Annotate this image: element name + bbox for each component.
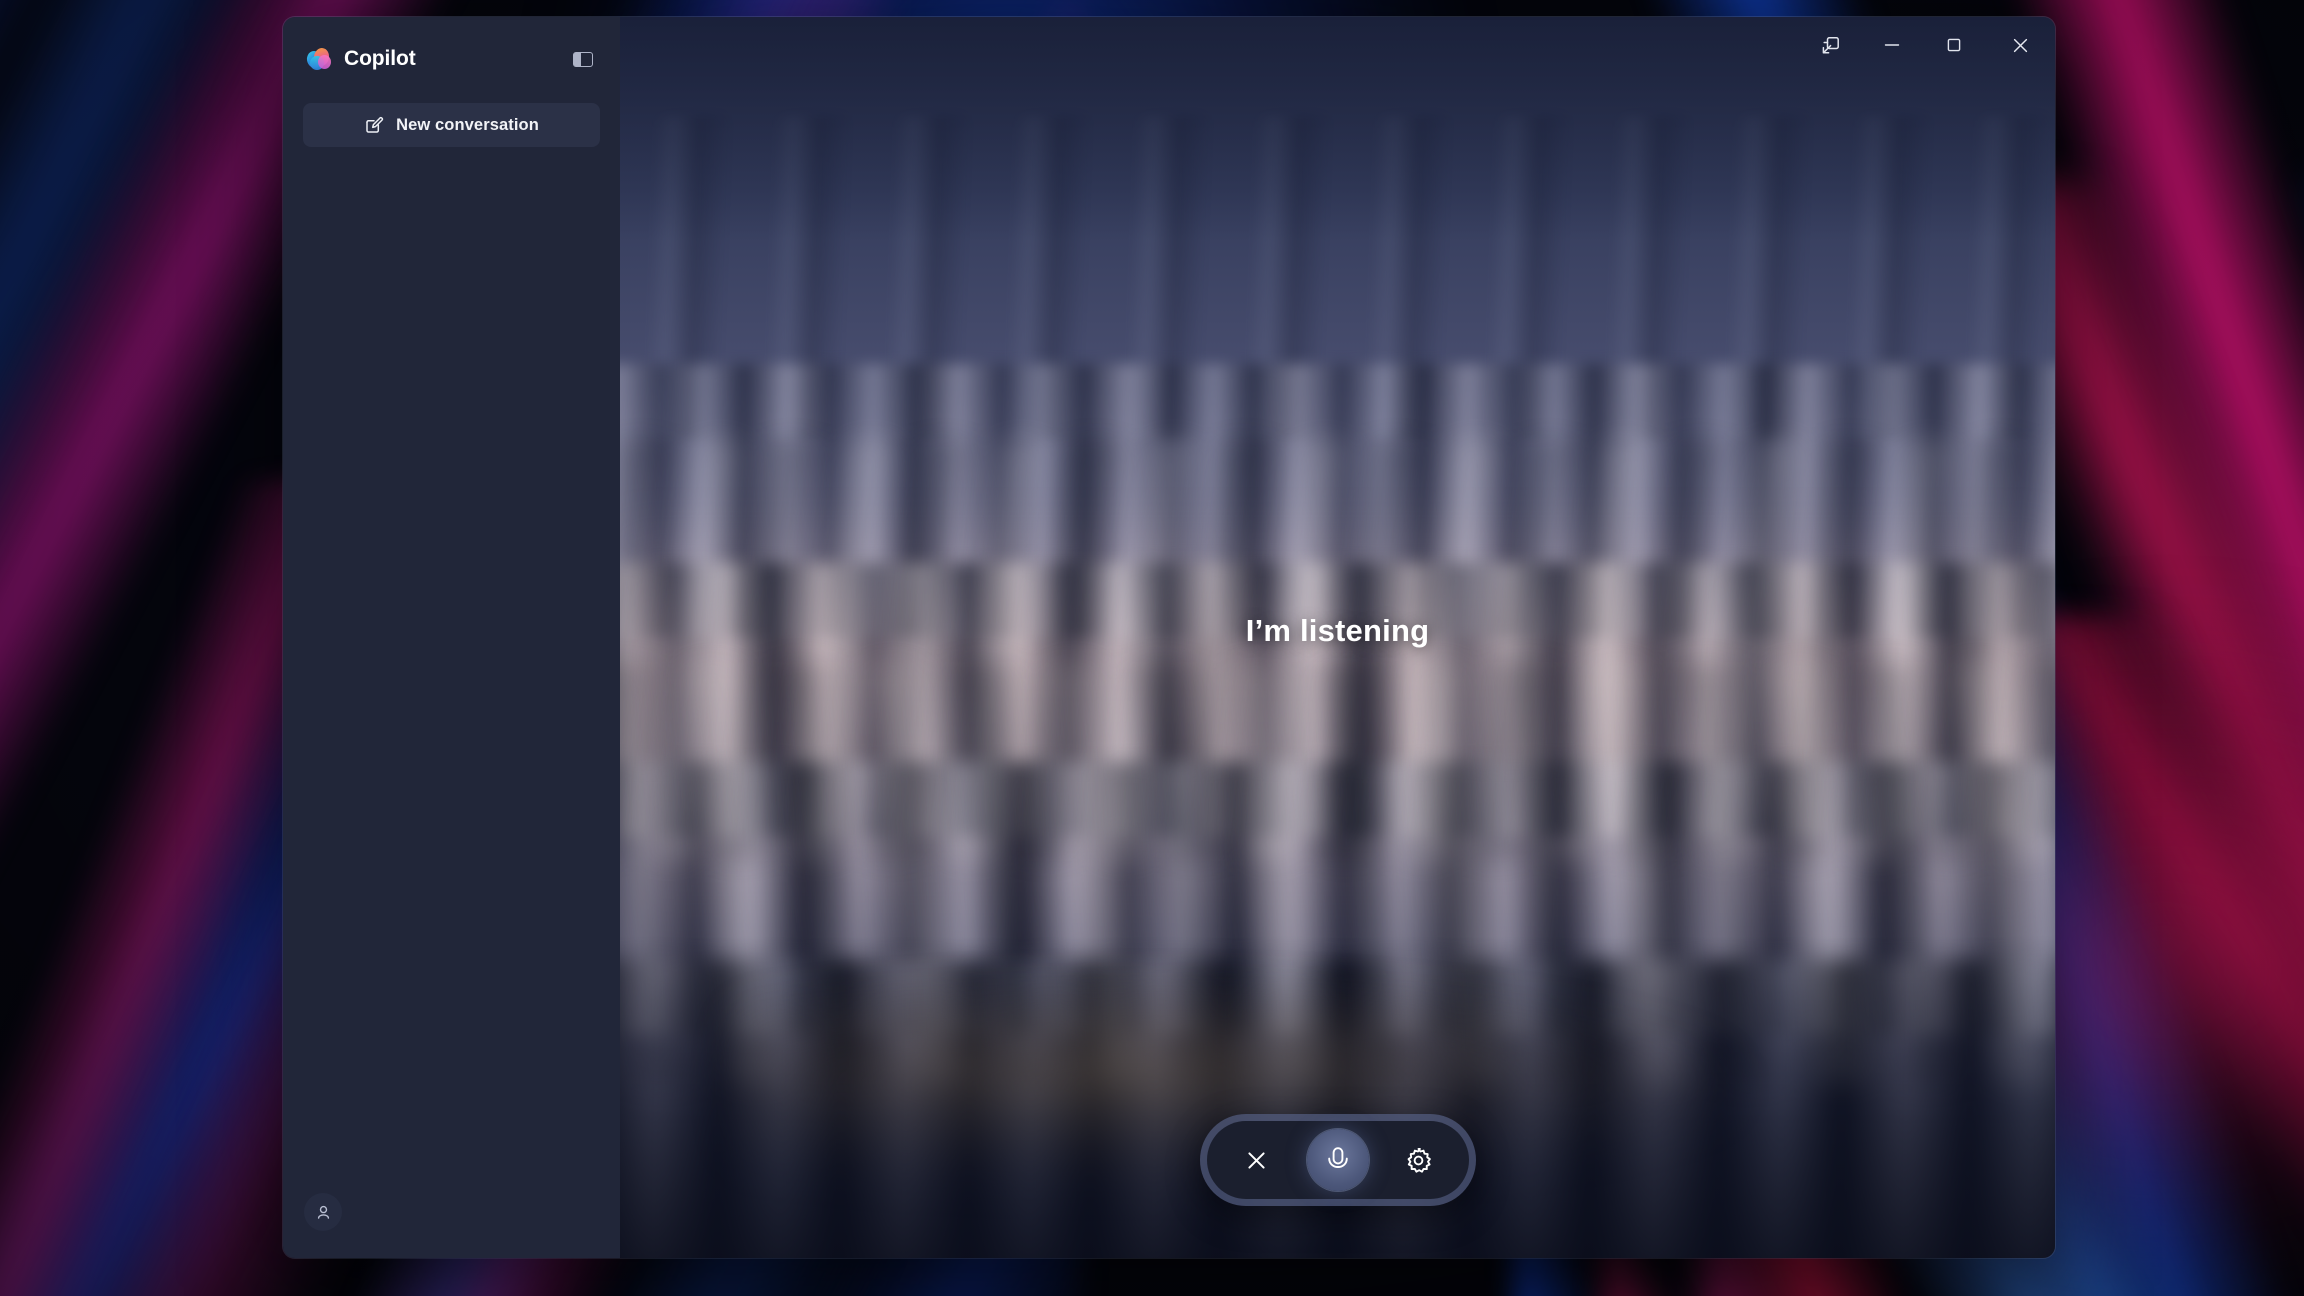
account-button[interactable] (304, 1193, 342, 1231)
voice-controls-pill (1206, 1121, 1469, 1199)
microphone-icon (1324, 1145, 1352, 1175)
sidebar-header: Copilot (283, 29, 620, 89)
voice-settings-button[interactable] (1395, 1136, 1443, 1184)
water-ripple-band-4 (620, 761, 2055, 1035)
water-ripple-band-3 (620, 563, 2055, 837)
water-ripple-band-5 (620, 960, 2055, 1258)
mini-window-button[interactable] (1799, 22, 1861, 68)
listening-status-text: I’m listening (1245, 613, 1430, 648)
copilot-window: Copilot New conversation I’m listening (283, 17, 2055, 1258)
window-controls (1799, 17, 2055, 73)
close-icon (1243, 1147, 1270, 1174)
water-ripple-band-1 (620, 116, 2055, 439)
desktop-wallpaper: Copilot New conversation I’m listening (0, 0, 2304, 1296)
panel-toggle-icon (573, 51, 593, 67)
mini-window-icon (1820, 35, 1841, 56)
voice-mode-panel: I’m listening (620, 17, 2055, 1258)
new-conversation-label: New conversation (396, 115, 539, 134)
copilot-logo-icon (305, 46, 334, 73)
close-icon (2010, 35, 2031, 56)
water-ripple-overlay-1 (620, 438, 2055, 861)
water-ripple-band-2 (620, 364, 2055, 638)
microphone-button[interactable] (1306, 1129, 1369, 1191)
voice-controls-bar (1199, 1114, 1476, 1206)
close-button[interactable] (1985, 22, 2055, 68)
end-voice-mode-button[interactable] (1233, 1136, 1281, 1184)
app-title: Copilot (344, 47, 416, 70)
gear-icon (1404, 1146, 1433, 1175)
maximize-icon (1944, 35, 1964, 55)
sidebar: Copilot New conversation (283, 17, 620, 1258)
compose-edit-icon (364, 115, 384, 135)
person-icon (314, 1203, 333, 1222)
minimize-button[interactable] (1861, 22, 1923, 68)
new-conversation-button[interactable]: New conversation (303, 103, 600, 147)
sidebar-toggle-button[interactable] (568, 44, 598, 74)
water-warm-reflection (620, 513, 2055, 1110)
minimize-icon (1882, 35, 1902, 55)
water-ripple-overlay-2 (620, 662, 2055, 1085)
water-bottom-shade (620, 935, 2055, 1258)
maximize-button[interactable] (1923, 22, 1985, 68)
voice-controls-ring (1199, 1114, 1476, 1206)
